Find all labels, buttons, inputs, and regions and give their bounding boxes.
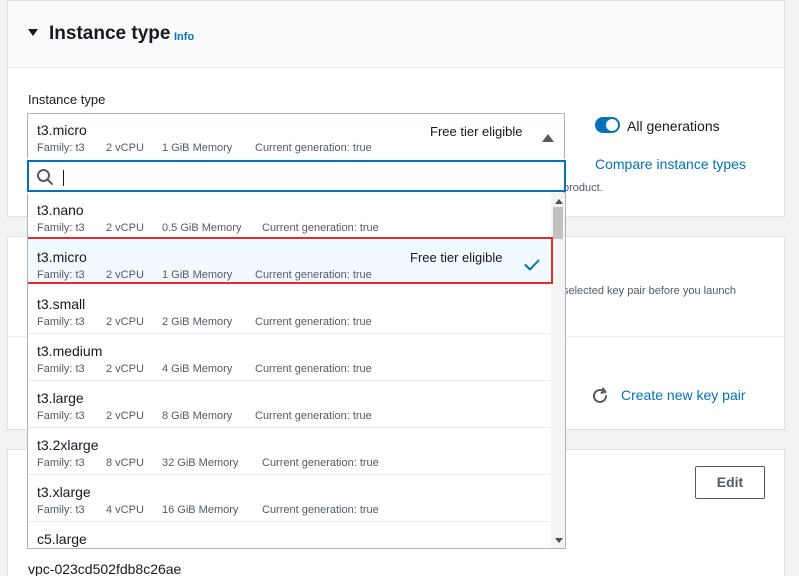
option-c5-large[interactable]: c5.large (28, 522, 550, 548)
edit-button[interactable]: Edit (695, 466, 765, 499)
free-tier-badge: Free tier eligible (430, 124, 523, 139)
scroll-thumb[interactable] (553, 207, 563, 239)
instance-type-label: Instance type (28, 92, 106, 107)
option-t3-large[interactable]: t3.large Family: t3 2 vCPU 8 GiB Memory Cur… (28, 381, 550, 428)
option-t3-nano[interactable]: t3.nano Family: t3 2 vCPU 0.5 GiB Memory Cu… (28, 193, 550, 240)
option-t3-xlarge[interactable]: t3.xlarge Family: t3 4 vCPU 16 GiB Memory C… (28, 475, 550, 522)
collapse-caret-icon[interactable] (28, 29, 38, 36)
options-scrollbar[interactable] (551, 193, 565, 548)
all-generations-label: All generations (627, 118, 720, 134)
free-tier-badge: Free tier eligible (410, 250, 503, 265)
text-cursor (63, 170, 64, 186)
option-t3-micro[interactable]: t3.micro Family: t3 2 vCPU 1 GiB Memory Cur… (28, 237, 553, 284)
selected-instance-name: t3.micro (37, 122, 87, 138)
check-icon (524, 259, 540, 271)
scroll-up-arrow-icon[interactable] (555, 199, 563, 204)
section-title: Instance type (49, 23, 171, 44)
product-note: product. (563, 182, 603, 194)
scroll-down-arrow-icon[interactable] (555, 538, 563, 543)
key-pair-note: selected key pair before you launch (563, 285, 737, 297)
refresh-icon[interactable] (590, 386, 610, 406)
option-t3-small[interactable]: t3.small Family: t3 2 vCPU 2 GiB Memory Cur… (28, 287, 550, 334)
all-generations-toggle[interactable] (595, 117, 620, 133)
instance-search-box[interactable] (27, 160, 566, 192)
option-t3-medium[interactable]: t3.medium Family: t3 2 vCPU 4 GiB Memory Cu… (28, 334, 550, 381)
create-new-key-pair-link[interactable]: Create new key pair (621, 387, 746, 403)
panel-header[interactable]: Instance type Info (8, 1, 784, 68)
vpc-id: vpc-023cd502fdb8c26ae (28, 561, 182, 576)
instance-type-select[interactable]: t3.micro Family: t3 2 vCPU 1 GiB Memory Cur… (27, 113, 565, 159)
option-t3-2xlarge[interactable]: t3.2xlarge Family: t3 8 vCPU 32 GiB Memory… (28, 428, 550, 475)
info-link[interactable]: Info (174, 31, 194, 43)
compare-instance-types-link[interactable]: Compare instance types (595, 156, 746, 172)
search-icon (37, 169, 53, 185)
caret-up-icon[interactable] (542, 134, 554, 142)
search-input[interactable] (61, 167, 551, 185)
selected-instance-meta: Family: t3 2 vCPU 1 GiB Memory Current gene… (37, 142, 372, 154)
instance-type-options-list[interactable]: t3.nano Family: t3 2 vCPU 0.5 GiB Memory Cu… (27, 193, 566, 549)
